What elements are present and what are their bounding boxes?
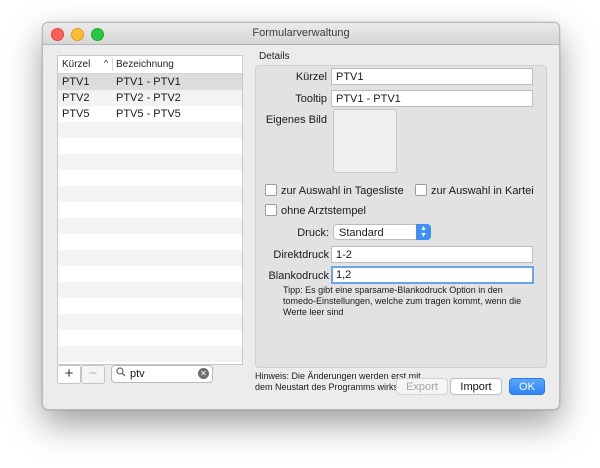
checkbox-label: zur Auswahl in Kartei: [431, 185, 534, 197]
search-input[interactable]: ptv: [130, 368, 145, 380]
checkbox-kartei[interactable]: zur Auswahl in Kartei: [415, 184, 534, 197]
cell-kuerzel: PTV5: [62, 108, 90, 120]
tip-text: Tipp: Es gibt eine sparsame-Blankodruck …: [283, 285, 522, 317]
sort-ascending-icon: ^: [104, 58, 109, 68]
search-icon: [116, 367, 126, 380]
add-button[interactable]: +: [57, 365, 81, 384]
direktdruck-label: Direktdruck: [273, 249, 329, 261]
empty-row: [58, 314, 242, 330]
empty-row: [58, 234, 242, 250]
tooltip-field[interactable]: PTV1 - PTV1: [331, 90, 533, 107]
empty-row: [58, 154, 242, 170]
table-row[interactable]: PTV2 PTV2 - PTV2: [58, 90, 242, 106]
empty-row: [58, 298, 242, 314]
kuerzel-field[interactable]: PTV1: [331, 68, 533, 85]
checkbox-label: ohne Arztstempel: [281, 205, 366, 217]
ok-button[interactable]: OK: [509, 378, 545, 395]
table-row[interactable]: PTV1 PTV1 - PTV1: [58, 74, 242, 90]
cell-bezeichnung: PTV2 - PTV2: [116, 92, 181, 104]
empty-row: [58, 186, 242, 202]
image-well[interactable]: [333, 109, 397, 173]
column-header-kuerzel[interactable]: Kürzel: [62, 59, 90, 70]
empty-row: [58, 138, 242, 154]
checkbox-box[interactable]: [265, 184, 277, 196]
checkbox-label: zur Auswahl in Tagesliste: [281, 185, 404, 197]
cell-kuerzel: PTV1: [62, 76, 90, 88]
empty-row: [58, 122, 242, 138]
empty-row: [58, 346, 242, 362]
empty-row: [58, 202, 242, 218]
checkbox-tagesliste[interactable]: zur Auswahl in Tagesliste: [265, 184, 404, 197]
druck-select-value: Standard: [339, 227, 384, 239]
empty-row: [58, 170, 242, 186]
direktdruck-field[interactable]: 1-2: [331, 246, 533, 263]
cell-kuerzel: PTV2: [62, 92, 90, 104]
druck-select[interactable]: Standard ▲ ▼: [333, 224, 431, 240]
import-button[interactable]: Import: [450, 378, 502, 395]
table-row[interactable]: PTV5 PTV5 - PTV5: [58, 106, 242, 122]
empty-row: [58, 266, 242, 282]
title-bar: Formularverwaltung: [43, 23, 559, 45]
tooltip-label: Tooltip: [295, 93, 327, 105]
empty-row: [58, 218, 242, 234]
cell-bezeichnung: PTV1 - PTV1: [116, 76, 181, 88]
empty-row: [58, 330, 242, 346]
export-button[interactable]: Export: [396, 378, 448, 395]
column-header-bezeichnung[interactable]: Bezeichnung: [116, 59, 174, 70]
formularverwaltung-window: Formularverwaltung Kürzel ^ Bezeichnung …: [42, 22, 560, 410]
eigenes-bild-label: Eigenes Bild: [265, 114, 327, 126]
search-field[interactable]: ptv ✕: [111, 365, 213, 383]
clear-icon[interactable]: ✕: [198, 368, 209, 379]
checkbox-arztstempel[interactable]: ohne Arztstempel: [265, 204, 366, 217]
kuerzel-label: Kürzel: [295, 71, 327, 83]
remove-button[interactable]: −: [81, 365, 105, 384]
blankodruck-label: Blankodruck: [268, 270, 329, 282]
formular-table: Kürzel ^ Bezeichnung PTV1 PTV1 - PTV1 PT…: [57, 55, 243, 365]
checkbox-box[interactable]: [415, 184, 427, 196]
druck-label: Druck:: [297, 227, 329, 239]
checkbox-box[interactable]: [265, 204, 277, 216]
empty-row: [58, 282, 242, 298]
blankodruck-field[interactable]: 1,2: [331, 266, 534, 284]
table-header: Kürzel ^ Bezeichnung: [58, 56, 242, 74]
cell-bezeichnung: PTV5 - PTV5: [116, 108, 181, 120]
window-title: Formularverwaltung: [252, 27, 350, 39]
chevron-updown-icon: ▲ ▼: [416, 224, 431, 240]
empty-row: [58, 250, 242, 266]
details-section-label: Details: [259, 51, 290, 62]
column-divider: [112, 58, 113, 71]
